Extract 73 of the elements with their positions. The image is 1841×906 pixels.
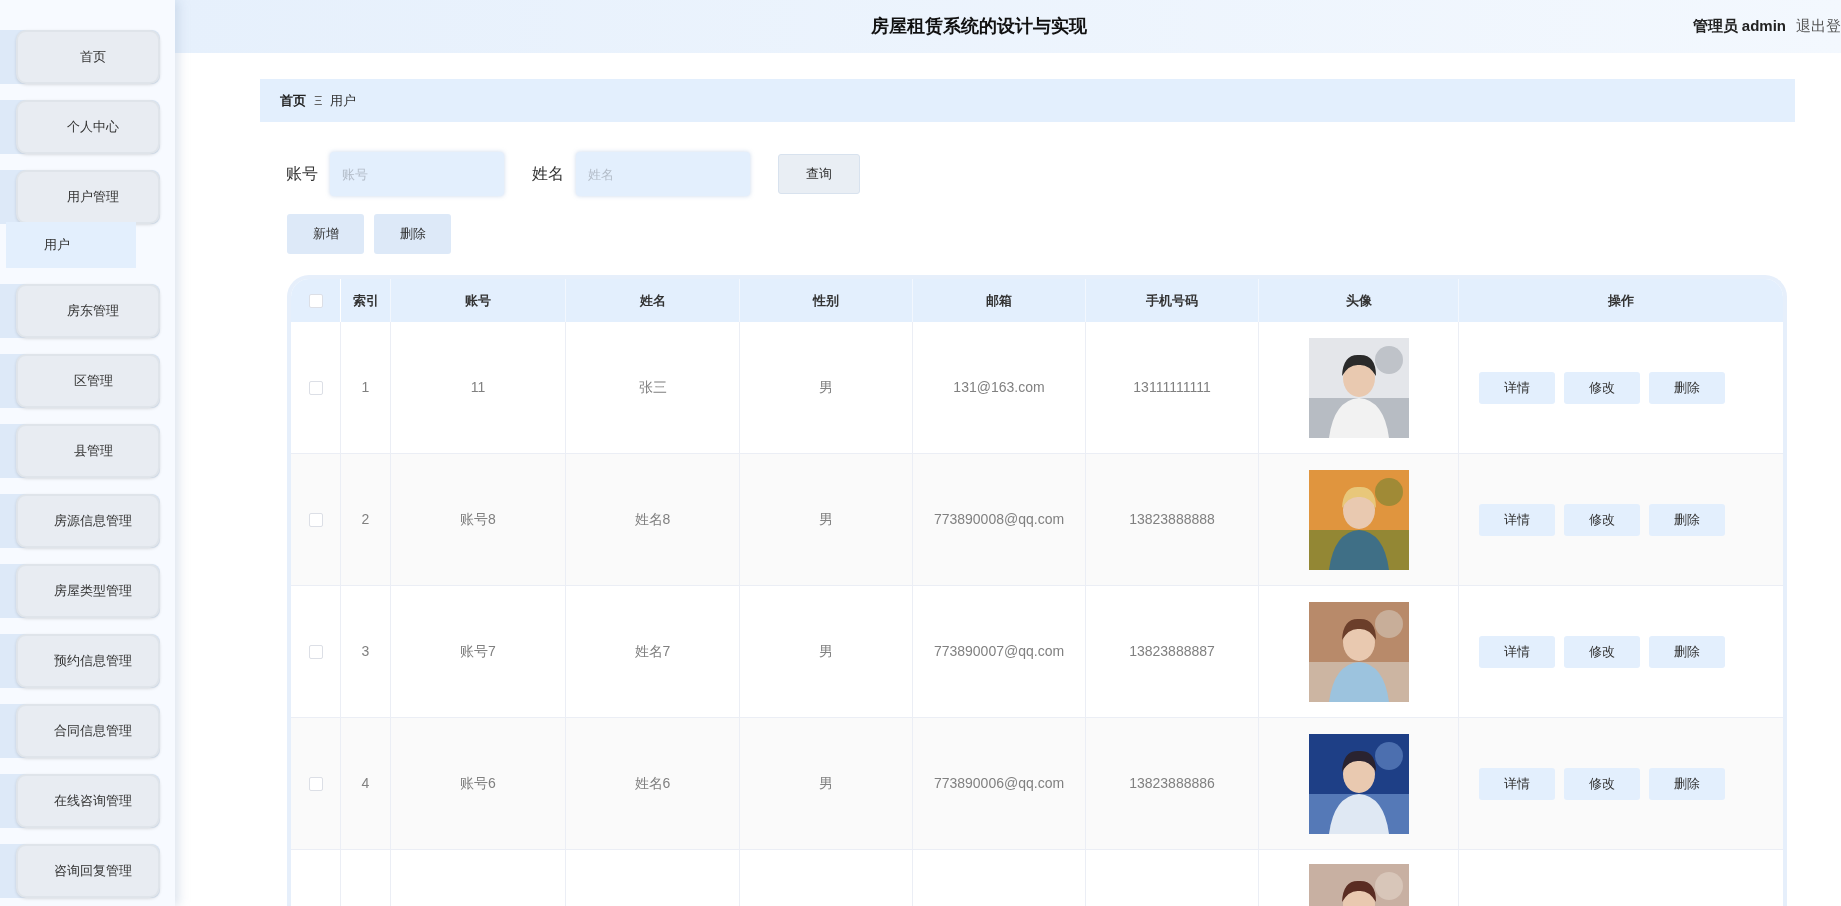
- table-cell-text: 13823888887: [1129, 642, 1215, 661]
- table-cell-text: 账号6: [460, 774, 496, 793]
- menu-item[interactable]: 区管理: [16, 354, 160, 408]
- menu-item[interactable]: 预约信息管理: [16, 634, 160, 688]
- breadcrumb-separator: Ξ: [314, 91, 323, 110]
- table-cell-text: 3: [361, 642, 370, 661]
- table-cell-text: 1: [361, 378, 370, 397]
- logout-link[interactable]: 退出登: [1796, 15, 1841, 38]
- column-header: 性别: [813, 291, 839, 310]
- menu-item[interactable]: 个人中心: [16, 100, 160, 154]
- table-cell-text: 13111111111: [1133, 378, 1211, 397]
- breadcrumb-current: 用户: [330, 91, 357, 110]
- row-action-button[interactable]: 删除: [1649, 503, 1725, 536]
- row-action-button[interactable]: 修改: [1564, 767, 1640, 800]
- menu-item[interactable]: 房屋类型管理: [16, 564, 160, 618]
- table-cell-text: 男: [819, 642, 833, 661]
- column-header: 姓名: [639, 291, 666, 310]
- menu-item[interactable]: 在线咨询管理: [16, 774, 160, 828]
- row-action-button[interactable]: 详情: [1479, 635, 1555, 668]
- user-label: 管理员 admin: [1692, 16, 1786, 37]
- row-action-button[interactable]: 修改: [1564, 371, 1640, 404]
- column-header: 账号: [465, 291, 491, 310]
- table-cell-text: 账号7: [460, 642, 496, 661]
- column-header: 头像: [1345, 291, 1372, 310]
- breadcrumb-link[interactable]: 首页: [280, 90, 306, 111]
- table-cell-text: 男: [819, 774, 833, 793]
- field-label: 姓名: [532, 164, 564, 184]
- search-button[interactable]: 查询: [778, 154, 860, 194]
- column-header: 邮箱: [986, 291, 1012, 310]
- table-cell-text: 13823888886: [1129, 774, 1215, 793]
- table-cell-text: 4: [361, 774, 370, 793]
- window-title: 房屋租赁系统的设计与实现: [870, 15, 1087, 38]
- column-header: 操作: [1608, 291, 1634, 310]
- table-cell-text: 773890007@qq.com: [933, 642, 1065, 661]
- checkbox[interactable]: [308, 512, 323, 527]
- table-cell-text: 姓名8: [634, 510, 671, 529]
- action-button[interactable]: 新增: [287, 214, 364, 254]
- table-cell-text: 11: [470, 378, 486, 397]
- menu-item[interactable]: 合同信息管理: [16, 704, 160, 758]
- row-action-button[interactable]: 详情: [1479, 371, 1555, 404]
- menu-item[interactable]: 房东管理: [16, 284, 160, 338]
- checkbox[interactable]: [308, 644, 323, 659]
- row-action-button[interactable]: 详情: [1479, 767, 1555, 800]
- table-cell-text: 773890008@qq.com: [933, 510, 1065, 529]
- column-header: 索引: [352, 291, 379, 310]
- table-cell-text: 131@163.com: [953, 378, 1045, 397]
- row-action-button[interactable]: 删除: [1649, 767, 1725, 800]
- row-action-button[interactable]: 详情: [1479, 503, 1555, 536]
- table-cell-text: 账号8: [460, 510, 496, 529]
- action-button[interactable]: 删除: [374, 214, 451, 254]
- menu-item[interactable]: 首页: [16, 30, 160, 84]
- table-cell-text: 男: [819, 378, 833, 397]
- submenu-item[interactable]: 用户: [6, 222, 136, 268]
- row-action-button[interactable]: 修改: [1564, 503, 1640, 536]
- table-cell-text: 张三: [638, 378, 667, 397]
- table-cell-text: 13823888888: [1129, 510, 1215, 529]
- table-cell-text: 2: [361, 510, 370, 529]
- menu-item[interactable]: 用户管理: [16, 170, 160, 224]
- field-label: 账号: [286, 164, 318, 184]
- checkbox[interactable]: [308, 293, 323, 308]
- table-cell-text: 姓名7: [634, 642, 671, 661]
- checkbox[interactable]: [308, 380, 323, 395]
- row-action-button[interactable]: 删除: [1649, 371, 1725, 404]
- menu-item[interactable]: 咨询回复管理: [16, 844, 160, 898]
- menu-item[interactable]: 房源信息管理: [16, 494, 160, 548]
- table-cell-text: 姓名6: [634, 774, 671, 793]
- column-header: 手机号码: [1146, 291, 1198, 310]
- table-cell-text: 男: [819, 510, 833, 529]
- menu-item[interactable]: 县管理: [16, 424, 160, 478]
- row-action-button[interactable]: 删除: [1649, 635, 1725, 668]
- table-cell-text: 773890006@qq.com: [933, 774, 1065, 793]
- checkbox[interactable]: [308, 776, 323, 791]
- row-action-button[interactable]: 修改: [1564, 635, 1640, 668]
